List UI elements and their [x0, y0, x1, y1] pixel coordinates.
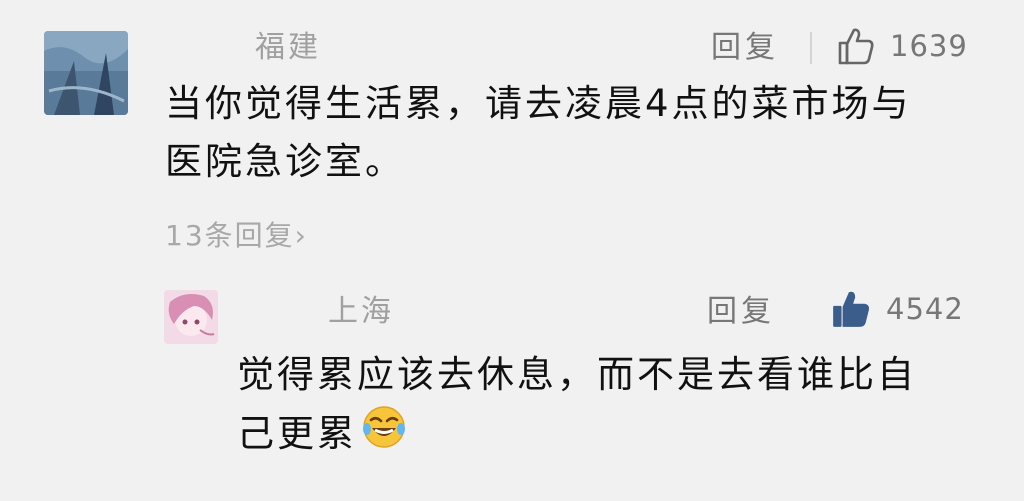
avatar[interactable]: [164, 290, 218, 344]
thumbs-up-filled-icon: [833, 291, 870, 327]
comment-text-line: 己更累: [237, 404, 917, 467]
comment-text: 觉得累应该去休息，而不是去看谁比自 己更累: [237, 346, 917, 467]
blue-landscape-avatar-icon: [44, 31, 128, 115]
like-button[interactable]: 4542: [830, 288, 964, 330]
laughing-crying-emoji-icon: [361, 404, 407, 467]
divider: [810, 32, 812, 64]
comment-location: 上海: [328, 294, 394, 329]
avatar[interactable]: [44, 31, 128, 115]
comment-location: 福建: [255, 30, 321, 65]
like-count: 1639: [890, 29, 968, 63]
chevron-right-icon: ›: [294, 219, 308, 252]
comment-text-line: 医院急诊室。: [165, 140, 405, 183]
comment-text-line: 觉得累应该去休息，而不是去看谁比自: [237, 353, 917, 396]
reply-button[interactable]: 回复: [707, 294, 775, 330]
thumbs-up-outline-icon: [838, 28, 874, 65]
replies-count-label: 13条回复: [165, 219, 295, 252]
comment-item: 福建 回复 1639 当你觉得生活累，请去凌晨4点的菜市场与 医院急诊室。 13…: [0, 0, 1024, 270]
like-button[interactable]: 1639: [836, 26, 968, 66]
background-watermark: [560, 483, 880, 501]
comment-item: 上海 回复 4542 觉得累应该去休息，而不是去看谁比自 己更累: [0, 270, 1024, 501]
like-count: 4542: [886, 292, 964, 326]
reply-button[interactable]: 回复: [711, 30, 779, 66]
pink-anime-avatar-icon: [164, 290, 218, 344]
view-replies-link[interactable]: 13条回复›: [165, 218, 308, 254]
comment-text: 当你觉得生活累，请去凌晨4点的菜市场与 医院急诊室。: [165, 75, 912, 191]
comment-text-fragment: 己更累: [237, 412, 357, 455]
comment-text-line: 当你觉得生活累，请去凌晨4点的菜市场与: [165, 82, 912, 125]
